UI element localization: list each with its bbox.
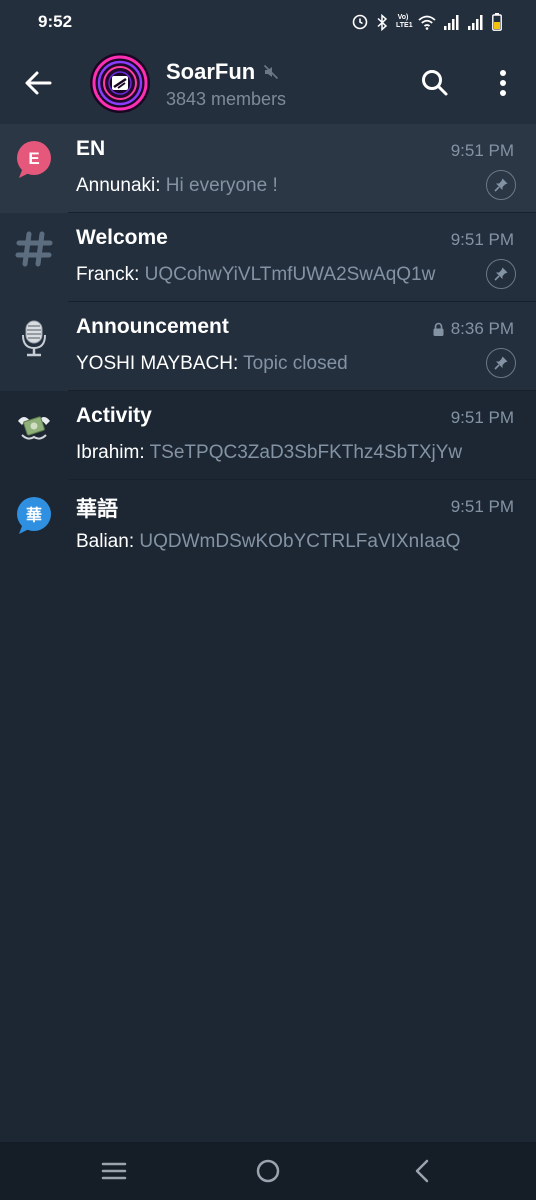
- preview-sender: Annunaki:: [76, 175, 161, 196]
- bluetooth-icon: [377, 13, 388, 31]
- topic-preview: Ibrahim: TSeTPQC3ZaD3SbFKThz4SbTXjYw: [76, 442, 500, 464]
- soarfun-logo-icon: [92, 55, 148, 111]
- volte-bottom-label: LTE1: [396, 22, 413, 29]
- member-count: 3843 members: [166, 89, 287, 109]
- status-icons: Vo) LTE1: [352, 12, 502, 32]
- microphone-icon: [22, 320, 46, 357]
- topic-preview: Balian: UQDWmDSwKObYCTRLFaVIXnIaaQ: [76, 531, 500, 553]
- group-title: SoarFun: [166, 59, 256, 84]
- pin-icon: [494, 267, 508, 281]
- topic-time-wrap: 9:51 PM: [451, 497, 514, 517]
- group-avatar[interactable]: [90, 53, 150, 113]
- back-chevron-icon[interactable]: [410, 1158, 434, 1184]
- letter-bubble-icon: E: [17, 141, 51, 178]
- status-bar: 9:52 Vo) LTE1: [0, 0, 536, 44]
- topic-name: 華語: [76, 498, 118, 521]
- topic-row-en[interactable]: E EN 9:51 PM Annunaki: Hi everyone !: [0, 124, 536, 213]
- battery-icon: [492, 13, 502, 31]
- topic-preview: Annunaki: Hi everyone !: [76, 175, 476, 197]
- topic-time-wrap: 8:36 PM: [432, 319, 514, 339]
- wifi-icon: [418, 15, 436, 30]
- preview-sender: YOSHI MAYBACH:: [76, 353, 239, 374]
- topic-time: 9:51 PM: [450, 497, 514, 516]
- group-title-wrap[interactable]: SoarFun: [166, 59, 279, 85]
- preview-message: Hi everyone !: [165, 175, 278, 196]
- topic-name: EN: [76, 137, 106, 160]
- volte-indicator: Vo) LTE1: [396, 14, 413, 30]
- topic-list: E EN 9:51 PM Annunaki: Hi everyone ! Wel…: [0, 124, 536, 569]
- topic-time: 9:51 PM: [450, 230, 514, 249]
- signal-icon-sim1: [444, 14, 459, 30]
- letter-bubble-icon: 華: [17, 497, 51, 534]
- preview-message: TSeTPQC3ZaD3SbFKThz4SbTXjYw: [149, 442, 463, 463]
- topic-row-announcement[interactable]: Announcement 8:36 PM YOSHI MAYBACH: Topi…: [0, 302, 536, 391]
- topic-time-wrap: 9:51 PM: [451, 141, 514, 161]
- topic-time: 9:51 PM: [450, 408, 514, 427]
- topic-time-wrap: 9:51 PM: [451, 408, 514, 428]
- more-vertical-icon[interactable]: [488, 66, 518, 100]
- system-nav-bar: [0, 1142, 536, 1200]
- telegram-topics-screen: 9:52 Vo) LTE1 SoarFun 3843 members E EN …: [0, 0, 536, 1200]
- topic-name: Announcement: [76, 315, 229, 338]
- topic-preview: Franck: UQCohwYiVLTmfUWA2SwAqQ1w: [76, 264, 476, 286]
- search-icon[interactable]: [418, 66, 452, 100]
- signal-icon-sim2: [468, 14, 483, 30]
- topic-icon-letter: 華: [26, 506, 42, 525]
- pin-icon: [494, 356, 508, 370]
- topic-row-chinese[interactable]: 華 華語 9:51 PM Balian: UQDWmDSwKObYCTRLFaV…: [0, 480, 536, 569]
- hashtag-icon: [15, 231, 53, 267]
- preview-sender: Balian:: [76, 531, 135, 552]
- pin-badge: [486, 348, 516, 378]
- topic-row-welcome[interactable]: Welcome 9:51 PM Franck: UQCohwYiVLTmfUWA…: [0, 213, 536, 302]
- pin-badge: [486, 259, 516, 289]
- status-time: 9:52: [38, 12, 73, 31]
- preview-sender: Ibrahim:: [76, 442, 145, 463]
- alarm-icon: [352, 14, 368, 30]
- pin-badge: [486, 170, 516, 200]
- lock-icon: [433, 322, 444, 336]
- recent-apps-icon[interactable]: [100, 1159, 128, 1183]
- topic-row-activity[interactable]: Activity 9:51 PM Ibrahim: TSeTPQC3ZaD3Sb…: [0, 391, 536, 480]
- preview-message: Topic closed: [243, 353, 348, 374]
- chat-header: SoarFun 3843 members: [0, 44, 536, 124]
- topic-name: Activity: [76, 404, 152, 427]
- topic-name: Welcome: [76, 226, 168, 249]
- topic-preview: YOSHI MAYBACH: Topic closed: [76, 353, 476, 375]
- topic-time: 8:36 PM: [450, 319, 514, 338]
- topic-time-wrap: 9:51 PM: [451, 230, 514, 250]
- topic-icon-letter: E: [28, 149, 39, 168]
- preview-message: UQDWmDSwKObYCTRLFaVIXnIaaQ: [139, 531, 461, 552]
- topic-time: 9:51 PM: [450, 141, 514, 160]
- preview-message: UQCohwYiVLTmfUWA2SwAqQ1w: [144, 264, 436, 285]
- back-arrow-icon[interactable]: [22, 66, 56, 100]
- preview-sender: Franck:: [76, 264, 140, 285]
- muted-speaker-icon: [264, 64, 279, 80]
- pin-icon: [494, 178, 508, 192]
- home-icon[interactable]: [255, 1158, 281, 1184]
- money-wings-icon: [18, 416, 50, 440]
- volte-top-label: Vo): [397, 14, 409, 21]
